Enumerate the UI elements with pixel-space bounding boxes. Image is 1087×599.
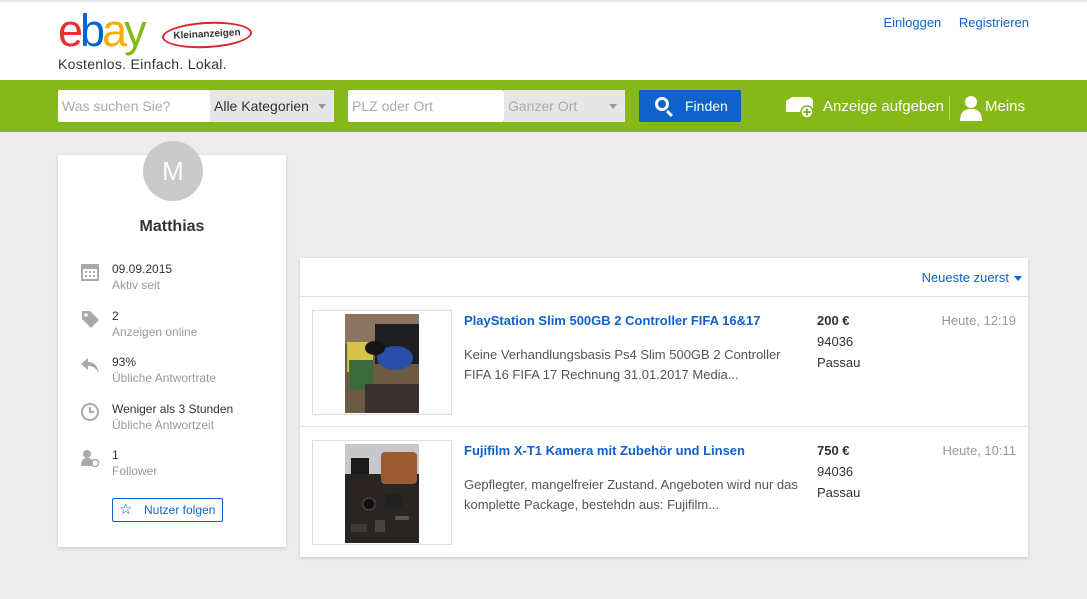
kleinanzeigen-badge: Kleinanzeigen (161, 19, 253, 51)
account-links: Einloggen Registrieren (869, 15, 1029, 30)
stat-label: Aktiv seit (112, 278, 161, 292)
search-icon (655, 97, 669, 111)
stat-ads-online: 2 Anzeigen online (80, 309, 280, 343)
category-select[interactable]: Alle Kategorien (210, 90, 334, 122)
reply-icon (81, 358, 99, 373)
stat-label: Follower (112, 464, 158, 478)
category-select-value: Alle Kategorien (214, 98, 309, 114)
post-ad-icon (786, 97, 814, 118)
login-link[interactable]: Einloggen (883, 15, 941, 30)
list-item[interactable]: Fujifilm X-T1 Kamera mit Zubehör und Lin… (300, 428, 1028, 557)
top-header: ebay Kleinanzeigen Kostenlos. Einfach. L… (0, 0, 1087, 80)
follow-user-button[interactable]: ☆ Nutzer folgen (112, 498, 223, 522)
profile-name: Matthias (139, 218, 205, 235)
register-link[interactable]: Registrieren (959, 15, 1029, 30)
stat-value: 93% (112, 355, 137, 369)
radius-select[interactable]: Ganzer Ort (504, 90, 625, 122)
sort-dropdown[interactable]: Neueste zuerst (922, 270, 1022, 285)
stat-label: Übliche Antwortzeit (112, 418, 215, 432)
chevron-down-icon (609, 104, 617, 109)
meins-label: Meins (985, 98, 1026, 115)
ad-city: Passau (817, 355, 861, 370)
post-ad-label: Anzeige aufgeben (823, 98, 944, 115)
ad-price: 750 € (817, 443, 850, 458)
ad-title[interactable]: Fujifilm X-T1 Kamera mit Zubehör und Lin… (464, 443, 745, 458)
stat-label: Anzeigen online (112, 325, 198, 339)
ad-description: Keine Verhandlungsbasis Ps4 Slim 500GB 2… (464, 347, 781, 382)
ad-title[interactable]: PlayStation Slim 500GB 2 Controller FIFA… (464, 313, 760, 328)
stat-value: Weniger als 3 Stunden (112, 402, 234, 416)
ad-list: Neueste zuerst PlayStation Slim 500GB 2 … (300, 258, 1028, 557)
ad-photo (345, 314, 419, 413)
ad-price: 200 € (817, 313, 850, 328)
profile-card: M Matthias 09.09.2015 Aktiv seit 2 Anzei… (58, 141, 286, 547)
list-item[interactable]: PlayStation Slim 500GB 2 Controller FIFA… (300, 298, 1028, 427)
ad-zip: 94036 (817, 334, 854, 349)
stat-reply-rate: 93% Übliche Antwortrate (80, 355, 280, 389)
avatar: M (143, 141, 203, 201)
chevron-down-icon (318, 104, 326, 109)
chevron-down-icon (1014, 276, 1022, 282)
tagline: Kostenlos. Einfach. Lokal. (58, 56, 227, 72)
search-input[interactable]: Was suchen Sie? (58, 90, 210, 122)
ad-thumbnail[interactable] (312, 440, 452, 545)
stat-value: 1 (112, 448, 119, 462)
stat-reply-time: Weniger als 3 Stunden Übliche Antwortzei… (80, 402, 280, 436)
stat-followers: 1 Follower (80, 448, 280, 482)
find-button[interactable]: Finden (639, 90, 741, 122)
star-icon: ☆ (119, 501, 133, 518)
stat-active-since: 09.09.2015 Aktiv seit (80, 262, 280, 296)
ad-photo (345, 444, 419, 543)
calendar-icon (81, 264, 99, 281)
stat-value: 2 (112, 309, 119, 323)
stat-value: 09.09.2015 (112, 262, 173, 276)
find-button-label: Finden (685, 98, 728, 114)
user-icon (960, 96, 982, 121)
tag-icon (82, 311, 99, 328)
sort-label: Neueste zuerst (921, 270, 1009, 285)
follower-icon (81, 450, 100, 468)
radius-select-value: Ganzer Ort (508, 98, 578, 114)
sort-bar: Neueste zuerst (300, 258, 1028, 297)
ad-zip: 94036 (817, 464, 854, 479)
nav-divider (949, 96, 950, 120)
ad-thumbnail[interactable] (312, 310, 452, 415)
ad-description: Gepflegter, mangelfreier Zustand. Angebo… (464, 477, 798, 512)
stat-label: Übliche Antwortrate (112, 371, 217, 385)
ad-city: Passau (817, 485, 861, 500)
clock-icon (81, 403, 99, 421)
ebay-logo[interactable]: ebay (58, 8, 147, 53)
ad-date: Heute, 10:11 (942, 443, 1016, 458)
follow-user-label: Nutzer folgen (144, 503, 216, 517)
location-input[interactable]: PLZ oder Ort (348, 90, 504, 122)
ad-date: Heute, 12:19 (941, 313, 1016, 328)
